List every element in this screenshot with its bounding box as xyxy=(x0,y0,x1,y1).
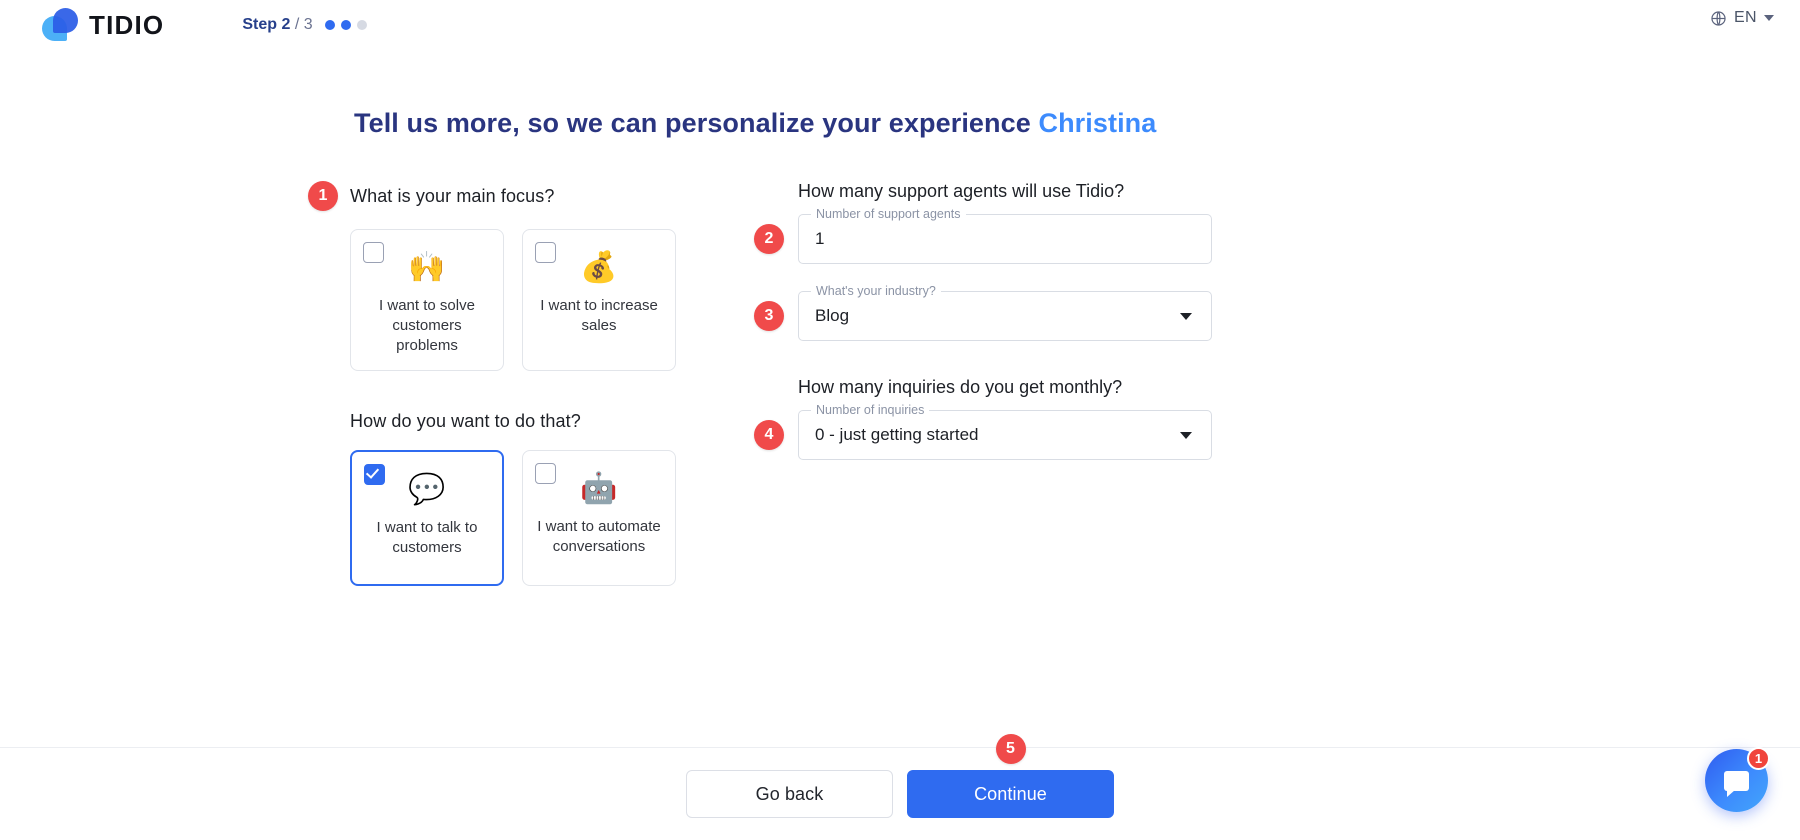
checkbox-talk-to-customers[interactable] xyxy=(364,463,385,485)
inquiries-label: Number of inquiries xyxy=(811,402,930,418)
method-options-group: 💬 I want to talk to customers 🤖 I want t… xyxy=(350,449,708,586)
app-header: TIDIO Step 2 / 3 EN xyxy=(0,0,1800,41)
question-main-focus-row: 1 What is your main focus? xyxy=(308,181,708,211)
tidio-logo-icon xyxy=(40,6,80,44)
chat-bubble-icon xyxy=(1724,770,1749,797)
page-title-text: Tell us more, so we can personalize your… xyxy=(354,108,1031,138)
step-label: Step 2 / 3 xyxy=(242,16,312,34)
option-card-increase-sales[interactable]: 💰 I want to increase sales xyxy=(522,229,676,371)
step-dot-2 xyxy=(340,20,351,30)
chevron-down-icon xyxy=(1180,432,1192,439)
step-current: Step 2 xyxy=(242,16,291,33)
chevron-down-icon xyxy=(1764,15,1774,21)
inquiries-value: 0 - just getting started xyxy=(815,425,979,444)
option-card-talk-to-customers[interactable]: 💬 I want to talk to customers xyxy=(350,449,504,586)
industry-value: Blog xyxy=(815,306,850,325)
checkbox-solve-problems[interactable] xyxy=(363,242,384,263)
option-label-increase-sales: I want to increase sales xyxy=(540,297,658,334)
step-total: / 3 xyxy=(294,16,313,33)
step-dot-1 xyxy=(324,20,335,30)
continue-button-label: Continue xyxy=(974,783,1047,804)
brand-logo[interactable]: TIDIO xyxy=(40,6,164,44)
step-badge-3: 3 xyxy=(754,301,784,331)
right-column: How many support agents will use Tidio? … xyxy=(752,181,1212,586)
step-indicator: Step 2 / 3 xyxy=(242,16,367,34)
chat-widget-button[interactable]: 1 xyxy=(1705,747,1770,812)
industry-label: What's your industry? xyxy=(811,283,941,299)
question-main-focus: What is your main focus? xyxy=(350,185,555,206)
step-dots xyxy=(324,20,367,30)
question-inquiries: How many inquiries do you get monthly? xyxy=(798,377,1123,397)
option-label-solve-problems: I want to solve customers problems xyxy=(379,297,475,354)
focus-options-group: 🙌 I want to solve customers problems 💰 I… xyxy=(350,229,708,371)
page-title-username: Christina xyxy=(1038,108,1157,138)
step-badge-2: 2 xyxy=(754,224,784,254)
robot-emoji: 🤖 xyxy=(580,471,618,505)
field-support-agents[interactable]: 2 1 Number of support agents xyxy=(754,206,1212,264)
logo-wordmark: TIDIO xyxy=(89,9,165,40)
form-columns: 1 What is your main focus? 🙌 I want to s… xyxy=(308,181,1760,586)
question-how-to-do: How do you want to do that? xyxy=(350,410,581,431)
continue-button[interactable]: 5 Continue xyxy=(907,734,1114,818)
money-bag-emoji: 💰 xyxy=(580,251,618,284)
go-back-button[interactable]: Go back xyxy=(686,770,893,818)
option-card-solve-problems[interactable]: 🙌 I want to solve customers problems xyxy=(350,229,504,371)
option-label-automate-conversations: I want to automate conversations xyxy=(537,517,661,555)
field-industry[interactable]: 3 Blog What's your industry? xyxy=(754,283,1212,341)
speech-balloon-emoji: 💬 xyxy=(408,472,446,506)
language-selector[interactable]: EN xyxy=(1710,9,1774,27)
step-badge-4: 4 xyxy=(754,420,784,450)
option-label-talk-to-customers: I want to talk to customers xyxy=(376,518,478,556)
support-agents-value: 1 xyxy=(815,229,825,248)
chat-unread-badge: 1 xyxy=(1747,747,1770,770)
main-content: Tell us more, so we can personalize your… xyxy=(0,108,1800,586)
footer-bar: Go back 5 Continue xyxy=(0,734,1800,840)
field-inquiries[interactable]: 4 0 - just getting started Number of inq… xyxy=(754,402,1212,460)
option-card-automate-conversations[interactable]: 🤖 I want to automate conversations xyxy=(522,449,676,586)
step-badge-5: 5 xyxy=(995,734,1026,764)
step-badge-1: 1 xyxy=(308,181,338,211)
raising-hands-emoji: 🙌 xyxy=(408,251,446,284)
language-code: EN xyxy=(1733,9,1757,26)
question-support-agents: How many support agents will use Tidio? xyxy=(798,181,1125,201)
step-dot-3 xyxy=(356,20,367,30)
logo-blob-dark xyxy=(53,8,78,33)
page-title: Tell us more, so we can personalize your… xyxy=(354,108,1760,139)
chevron-down-icon xyxy=(1180,313,1192,320)
globe-icon xyxy=(1711,10,1726,26)
left-column: 1 What is your main focus? 🙌 I want to s… xyxy=(308,181,708,586)
support-agents-label: Number of support agents xyxy=(811,206,966,222)
checkbox-increase-sales[interactable] xyxy=(535,242,556,263)
checkbox-automate-conversations[interactable] xyxy=(535,462,556,484)
